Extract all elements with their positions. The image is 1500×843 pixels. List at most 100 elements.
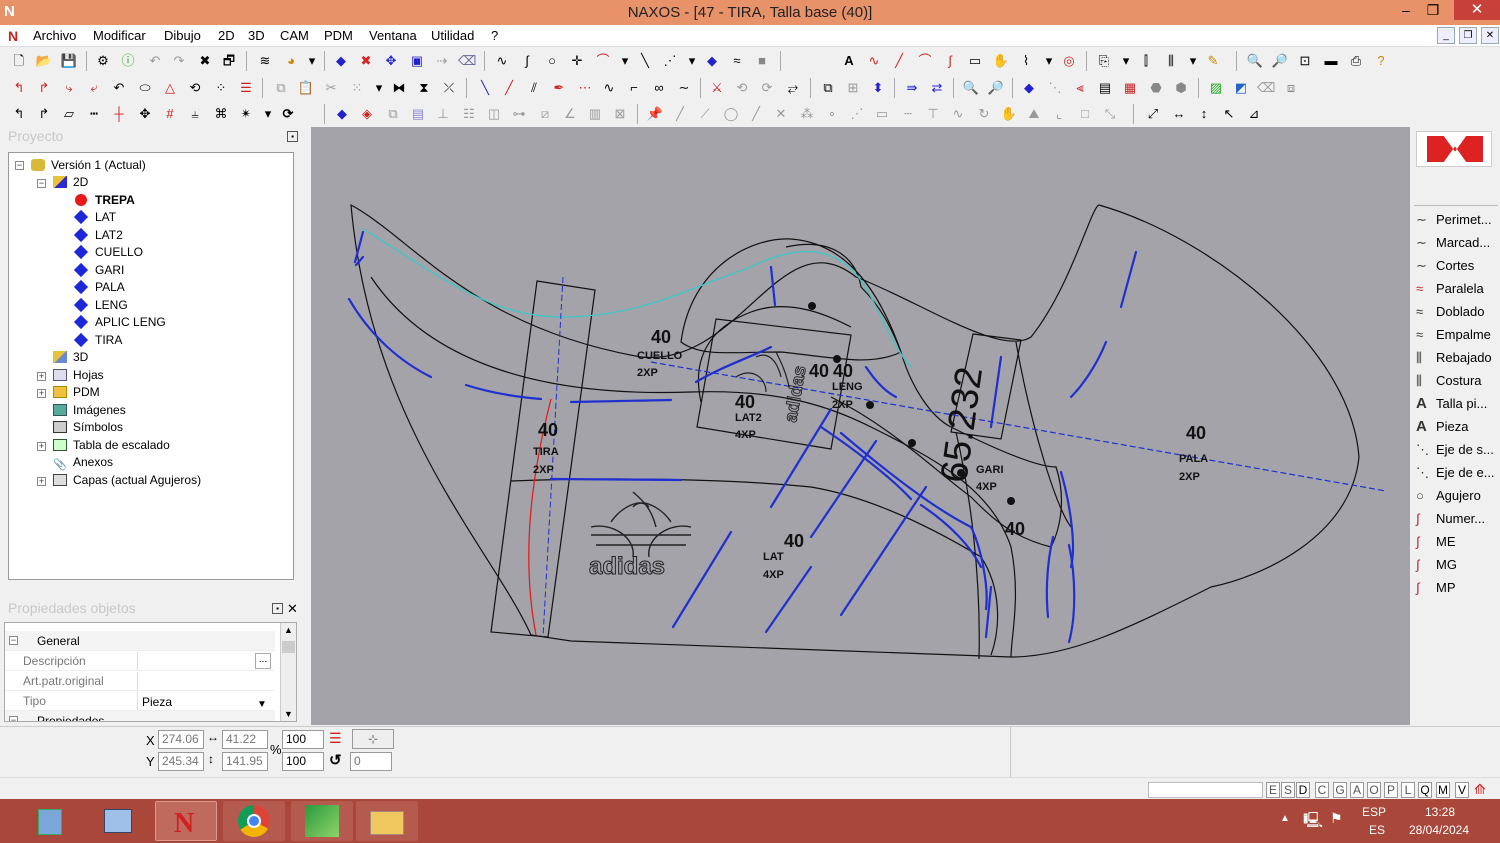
tree-node-hojas[interactable]: Hojas [53,367,104,384]
tool-paralela[interactable]: ≈ Paralela [1416,279,1484,299]
tilde-icon[interactable]: ∼ [675,79,693,97]
dimension-tri-icon[interactable]: ⊿ [1245,105,1263,123]
x-coordinate-field[interactable]: 274.06 [158,730,204,749]
zoom-out-icon[interactable]: 🔎 [1271,52,1289,70]
tool-agujero[interactable]: ○ Agujero [1416,486,1481,506]
arc-tool-3-icon[interactable]: ⤷ [60,79,78,97]
zoom-in-icon[interactable]: 🔍 [1246,52,1264,70]
trim-icon[interactable]: ⤫ [440,79,458,97]
paste-icon[interactable]: 📋 [297,79,315,97]
tree-node-capas[interactable]: Capas (actual Agujeros) [53,472,201,489]
rect-piece-icon[interactable]: ▣ [408,52,426,70]
dots-icon[interactable]: ⁘ [212,79,230,97]
up-down-icon[interactable]: ⬍ [869,79,887,97]
clock-time[interactable]: 13:28 [1420,805,1460,819]
tool-talla-pieza[interactable]: A Talla pi... [1416,394,1487,414]
hand-2-icon[interactable]: ✋ [1000,105,1018,123]
scatter-icon[interactable]: ⁂ [798,105,816,123]
keyboard-label[interactable]: ES [1369,823,1385,837]
pattern-drawing[interactable]: 40 CUELLO 2XP 40 LAT2 4XP 40 40 LENG 2XP… [311,127,1410,725]
tree-node-lat2[interactable]: LAT2 [73,227,123,244]
gray-box-icon[interactable]: ■ [753,52,771,70]
small-circle-icon[interactable]: ∘ [823,105,841,123]
expand-toggle[interactable]: + [37,372,46,381]
dropdown-arrow-icon[interactable]: ▾ [683,52,701,70]
red-arc-icon[interactable]: ⌒ [916,52,934,70]
redo-icon[interactable]: ↷ [170,52,188,70]
dropdown-arrow-icon[interactable]: ▾ [370,79,388,97]
tree-node-pala[interactable]: PALA [73,279,125,296]
hatch-icon[interactable]: ☰ [237,79,255,97]
width-field[interactable]: 41.22 [222,730,268,749]
menu-2d[interactable]: 2D [218,28,235,43]
select-piece-icon[interactable]: ◆ [332,52,350,70]
minimize-button[interactable]: ‒ [1393,0,1419,22]
scale-2-icon[interactable]: ⤡ [1101,105,1119,123]
red-spline-icon[interactable]: ∫ [941,52,959,70]
undo-icon[interactable]: ↶ [146,52,164,70]
mountain-icon[interactable]: ⛰ [1025,105,1043,123]
expand-toggle[interactable]: − [15,161,24,170]
arc-tool-5-icon[interactable]: ↶ [110,79,128,97]
tool-me[interactable]: ∫ ME [1416,532,1456,552]
slash-1-icon[interactable]: ╱ [671,105,689,123]
explode-icon[interactable]: ✴ [237,105,255,123]
dropdown-arrow-icon[interactable]: ▾ [1117,52,1135,70]
tool-costura[interactable]: ⫼ Costura [1416,371,1482,391]
corner-3-icon[interactable]: ⌞ [1050,105,1068,123]
menu-dibujo[interactable]: Dibujo [164,28,201,43]
node-edit-icon[interactable]: ⋰ [661,52,679,70]
piece-copy-icon[interactable]: ⧉ [384,105,402,123]
taskbar-green-app[interactable] [291,801,353,841]
circle-icon[interactable]: ○ [543,52,561,70]
piece-delete-icon[interactable]: ◈ [358,105,376,123]
y-coordinate-field[interactable]: 245.34 [158,752,204,771]
split-icon[interactable]: ⫷ [1071,79,1089,97]
tool-perimetro[interactable]: ∼ Perimet... [1416,210,1492,230]
tree-node-cuello[interactable]: CUELLO [73,244,143,261]
tipo-select[interactable]: Pieza [137,692,275,710]
piece-arrow-icon[interactable]: ◆ [333,105,351,123]
highlight-icon[interactable]: ✎ [1204,52,1222,70]
tool-mp[interactable]: ∫ MP [1416,578,1456,598]
cross-red-icon[interactable]: ┼ [110,105,128,123]
layer-o-button[interactable]: O [1367,782,1381,798]
menu-help[interactable]: ? [491,28,498,43]
diamond-tool-icon[interactable]: ◆ [1020,79,1038,97]
export-icon[interactable]: ⎘ [1095,52,1113,70]
dimension-angle-icon[interactable]: ↖ [1220,105,1238,123]
tool-empalme[interactable]: ≈ Empalme [1416,325,1491,345]
menu-modificar[interactable]: Modificar [93,28,146,43]
copy-window-icon[interactable]: 🗗 [220,52,238,70]
tool-eje-escalado[interactable]: ⋱ Eje de e... [1416,463,1495,483]
transform-icon[interactable]: ⥂ [784,79,802,97]
rotate-ccw-icon[interactable]: ⟲ [733,79,751,97]
section-propiedades[interactable]: − Propiedades [5,711,275,721]
cut-icon[interactable]: ✂ [322,79,340,97]
snap-button[interactable]: ⊹ [352,729,394,749]
tree-node-imagenes[interactable]: Imágenes [53,402,126,419]
warp-icon[interactable]: ⌘ [212,105,230,123]
tool-rebajado[interactable]: ⫼ Rebajado [1416,348,1492,368]
page-icon[interactable]: ▱ [60,105,78,123]
taskbar-naxos[interactable]: N [155,801,217,841]
arrow-swap-icon[interactable]: ⇄ [928,79,946,97]
layer-s-button[interactable]: S [1281,782,1295,798]
cube-icon[interactable]: ◩ [1232,79,1250,97]
tool-numeracion[interactable]: ∫ Numer... [1416,509,1485,529]
red-line-icon[interactable]: ╱ [890,52,908,70]
dash-line-icon[interactable]: ┅ [85,105,103,123]
rect-select-icon[interactable]: ▤ [1096,79,1114,97]
hand-icon[interactable]: ✋ [992,52,1010,70]
taskbar-chrome[interactable] [223,801,285,841]
dashed-curve-icon[interactable]: ⋯ [576,79,594,97]
tree-node-tabla-escalado[interactable]: Tabla de escalado [53,437,170,454]
red-curve-icon[interactable]: ∿ [865,52,883,70]
layer-v-button[interactable]: V [1455,782,1469,798]
spline-icon[interactable]: ∫ [518,52,536,70]
layers-toggle-icon[interactable]: ⟰ [1474,781,1486,798]
rule-icon[interactable]: ▭ [873,105,891,123]
expand-toggle[interactable]: − [37,179,46,188]
wave-2-icon[interactable]: ∿ [600,79,618,97]
pen-icon[interactable]: ✒ [550,79,568,97]
